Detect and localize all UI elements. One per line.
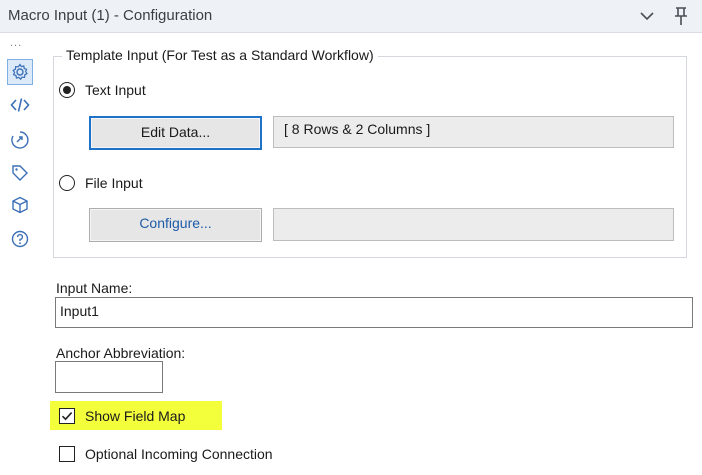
text-input-radio[interactable] bbox=[59, 82, 75, 98]
help-icon[interactable] bbox=[8, 227, 32, 251]
text-input-label[interactable]: Text Input bbox=[85, 82, 146, 98]
sidebar-more-dots[interactable]: ... bbox=[10, 38, 22, 49]
radio-selected-dot bbox=[63, 86, 71, 94]
file-input-radio[interactable] bbox=[59, 175, 75, 191]
window-titlebar: Macro Input (1) - Configuration bbox=[0, 0, 702, 33]
cube-icon[interactable] bbox=[8, 193, 32, 217]
input-name-label: Input Name: bbox=[56, 280, 133, 296]
show-field-map-checkbox[interactable] bbox=[59, 408, 75, 424]
checkmark-icon bbox=[61, 412, 73, 421]
input-name-field[interactable]: Input1 bbox=[55, 297, 693, 328]
file-input-label[interactable]: File Input bbox=[85, 175, 143, 191]
connection-icon[interactable] bbox=[8, 128, 32, 152]
data-summary-field: [ 8 Rows & 2 Columns ] bbox=[273, 116, 674, 148]
chevron-down-icon[interactable] bbox=[636, 5, 658, 27]
optional-incoming-checkbox[interactable] bbox=[59, 446, 75, 462]
anchor-abbreviation-field[interactable] bbox=[55, 361, 163, 393]
code-icon[interactable] bbox=[8, 93, 32, 117]
edit-data-button[interactable]: Edit Data... bbox=[89, 116, 262, 150]
optional-incoming-label[interactable]: Optional Incoming Connection bbox=[85, 446, 273, 462]
configure-button[interactable]: Configure... bbox=[89, 208, 262, 242]
pin-icon[interactable] bbox=[670, 5, 692, 27]
tag-icon[interactable] bbox=[8, 161, 32, 185]
file-path-field bbox=[273, 208, 674, 241]
template-input-legend: Template Input (For Test as a Standard W… bbox=[62, 47, 378, 63]
window-title: Macro Input (1) - Configuration bbox=[8, 7, 213, 24]
show-field-map-label[interactable]: Show Field Map bbox=[85, 408, 185, 424]
gear-icon[interactable] bbox=[7, 59, 33, 85]
anchor-abbreviation-label: Anchor Abbreviation: bbox=[56, 345, 186, 361]
sidebar: ... bbox=[0, 33, 46, 475]
